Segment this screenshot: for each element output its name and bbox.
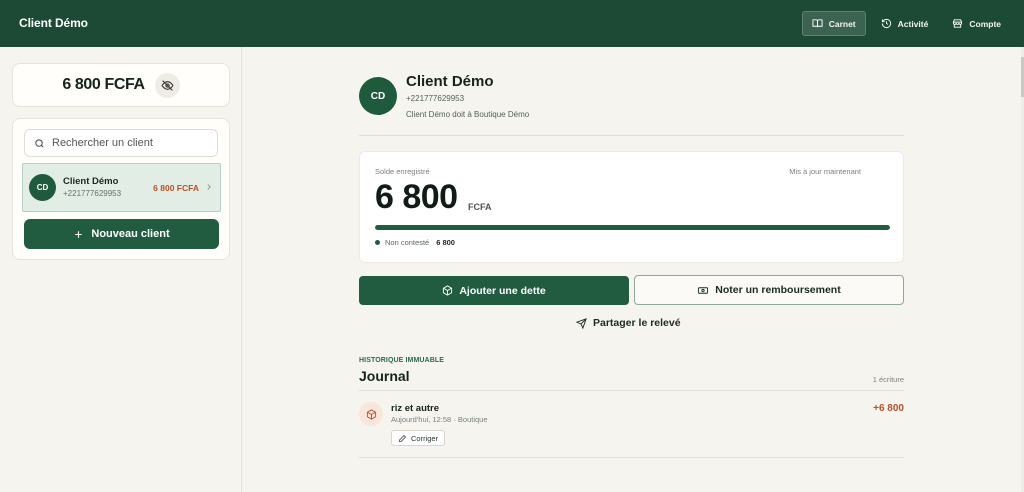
new-client-button[interactable]: Nouveau client [24, 219, 219, 249]
client-name-heading: Client Démo [406, 73, 494, 90]
entry-type-icon [359, 402, 383, 426]
divider [359, 457, 904, 458]
new-client-label: Nouveau client [91, 228, 170, 240]
total-balance: 6 800 FCFA [62, 76, 145, 93]
send-icon [576, 317, 587, 329]
entry-amount: +6 800 [873, 403, 904, 414]
client-phone-number: +221777629953 [406, 94, 465, 103]
total-balance-card: 6 800 FCFA [12, 63, 230, 107]
nav-carnet-label: Carnet [828, 18, 856, 29]
chevron-right-icon [207, 184, 211, 190]
divider [359, 135, 904, 136]
entry-meta: Aujourd'hui, 12:58 · Boutique [391, 415, 488, 424]
divider [359, 390, 904, 391]
nav-activite[interactable]: Activité [872, 11, 938, 36]
nav-activite-label: Activité [897, 18, 929, 29]
book-icon [812, 19, 823, 28]
history-kicker: HISTORIQUE IMMUABLE [359, 357, 444, 364]
client-list-item[interactable]: CD Client Démo +221777629953 6 800 FCFA [22, 163, 221, 212]
journal-title: Journal [359, 368, 410, 384]
correct-entry-button[interactable]: Corriger [391, 430, 446, 446]
app-title: Client Démo [19, 16, 88, 30]
add-debt-label: Ajouter une dette [459, 284, 546, 297]
legend-dot [375, 240, 380, 245]
client-name: Client Démo [63, 176, 119, 187]
balance-unit: FCFA [468, 202, 492, 212]
search-box [24, 129, 218, 157]
note-repayment-button[interactable]: Noter un remboursement [634, 275, 904, 305]
balance-legend: Non contesté 6 800 [375, 238, 455, 247]
main-content: CD Client Démo +221777629953 Client Démo… [243, 47, 1024, 492]
client-owes-text: Client Démo doit à Boutique Démo [406, 110, 530, 119]
nav-compte-label: Compte [969, 18, 1001, 29]
package-icon [366, 408, 376, 420]
main-nav: Carnet Activité Compte [801, 11, 1010, 36]
uncontested-progress-fill [375, 225, 890, 230]
eye-off-icon [161, 79, 174, 91]
legend-value: 6 800 [436, 238, 455, 247]
legend-label: Non contesté [385, 238, 430, 247]
balance-updated: Mis à jour maintenant [789, 167, 861, 176]
add-debt-button[interactable]: Ajouter une dette [359, 276, 629, 305]
client-avatar: CD [359, 77, 397, 115]
balance-card: Solde enregistré Mis à jour maintenant 6… [359, 151, 904, 263]
share-statement-button[interactable]: Partager le relevé [576, 317, 681, 329]
avatar: CD [29, 174, 56, 201]
journal-entry-count: 1 écriture [872, 375, 904, 384]
toggle-balance-visibility-button[interactable] [154, 72, 180, 98]
history-icon [881, 18, 891, 29]
banknote-icon [698, 286, 709, 294]
search-input[interactable] [52, 137, 212, 149]
sidebar: 6 800 FCFA CD Client Démo +221777629953 … [0, 47, 242, 492]
balance-value: 6 800 [375, 178, 458, 216]
client-list-panel: CD Client Démo +221777629953 6 800 FCFA … [12, 118, 230, 260]
entry-title: riz et autre [391, 403, 440, 414]
note-repayment-label: Noter un remboursement [715, 284, 841, 296]
correct-entry-label: Corriger [411, 433, 439, 443]
plus-icon [75, 230, 83, 238]
nav-compte[interactable]: Compte [943, 11, 1010, 36]
pencil-icon [399, 434, 407, 442]
search-icon [35, 138, 44, 148]
balance-label: Solde enregistré [375, 167, 430, 176]
package-icon [443, 285, 453, 296]
client-amount: 6 800 FCFA [153, 183, 199, 193]
uncontested-progress-bar [375, 225, 890, 230]
share-statement-label: Partager le relevé [593, 317, 681, 329]
client-phone: +221777629953 [63, 189, 122, 198]
nav-carnet[interactable]: Carnet [801, 11, 866, 36]
store-icon [953, 19, 963, 28]
top-bar: Client Démo Carnet Activité Compte [0, 0, 1024, 47]
